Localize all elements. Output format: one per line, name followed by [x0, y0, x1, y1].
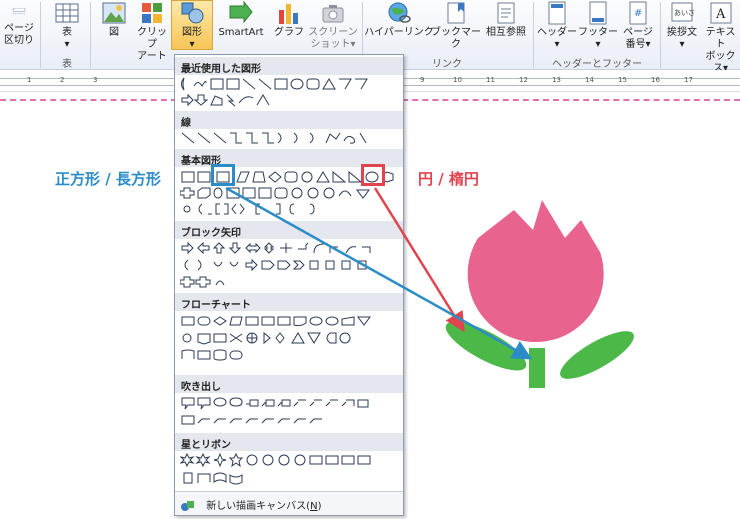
section-lines: 線	[175, 111, 403, 129]
flowchart-row[interactable]	[180, 348, 400, 362]
lines-row[interactable]	[180, 131, 400, 145]
recent-shapes-row[interactable]	[180, 77, 400, 91]
new-canvas-label: 新しい描画キャンバス(	[206, 501, 311, 512]
block-arrows-row[interactable]	[180, 275, 400, 289]
section-callouts: 吹き出し	[175, 375, 403, 393]
new-drawing-canvas-item[interactable]: 新しい描画キャンバス(N)	[175, 491, 403, 515]
section-block-arrows: ブロック矢印	[175, 221, 403, 239]
tulip-flower[interactable]	[467, 200, 604, 343]
drawing-canvas-icon	[181, 501, 194, 511]
basic-shapes-row[interactable]	[180, 202, 400, 216]
flowchart-row[interactable]	[180, 331, 400, 345]
stars-row[interactable]	[180, 453, 400, 467]
basic-shapes-row[interactable]	[180, 186, 400, 200]
recent-shapes-row[interactable]	[180, 93, 400, 107]
new-canvas-label-end: )	[317, 501, 322, 512]
shapes-gallery-dropdown: 最近使用した図形 線 基本図形 ブロック矢印 フローチャート 吹き出し 星とリボ…	[174, 54, 404, 516]
ellipse-annotation-label: 円 / 楕円	[418, 170, 479, 188]
callouts-row[interactable]	[180, 396, 400, 410]
rectangle-shape-highlight	[211, 164, 235, 186]
block-arrows-row[interactable]	[180, 241, 400, 255]
ellipse-shape-highlight	[361, 164, 385, 186]
new-canvas-accelerator: N	[310, 501, 318, 512]
block-arrows-row[interactable]	[180, 258, 400, 272]
callouts-row[interactable]	[180, 413, 400, 427]
stars-row[interactable]	[180, 471, 400, 485]
section-stars-ribbons: 星とリボン	[175, 433, 403, 451]
tulip-stem[interactable]	[529, 348, 545, 388]
section-recent-shapes: 最近使用した図形	[175, 57, 403, 75]
flowchart-row[interactable]	[180, 314, 400, 328]
section-flowchart: フローチャート	[175, 293, 403, 311]
rectangle-annotation-label: 正方形 / 長方形	[55, 170, 161, 188]
